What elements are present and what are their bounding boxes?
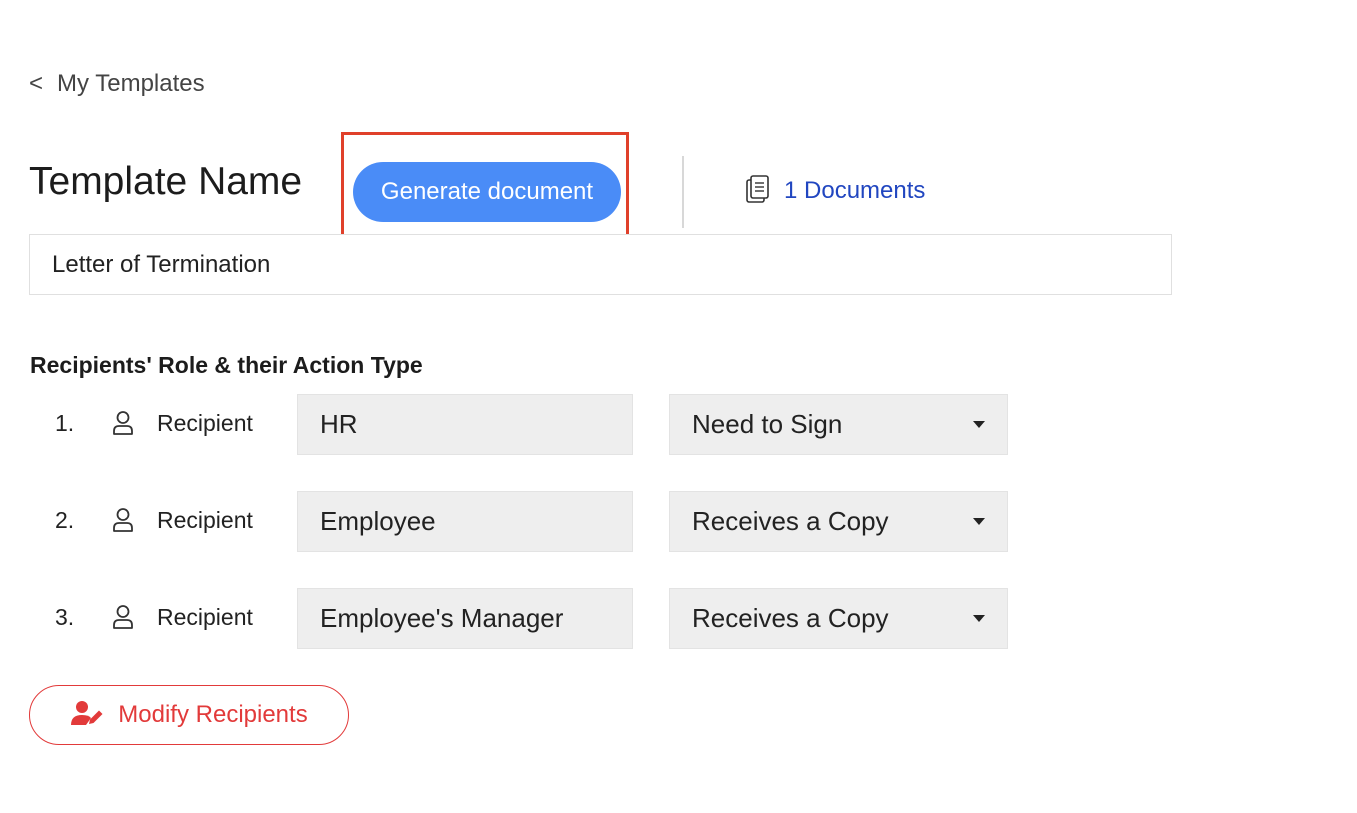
recipient-role-input[interactable]: Employee's Manager	[297, 588, 633, 649]
action-select-value: Receives a Copy	[692, 603, 889, 633]
recipient-number: 1.	[55, 410, 75, 436]
recipient-action-select[interactable]: Receives a Copy	[669, 491, 1008, 552]
caret-down-icon	[973, 615, 985, 622]
modify-recipients-label: Modify Recipients	[118, 701, 308, 728]
recipient-number: 2.	[55, 507, 75, 533]
recipients-section-heading: Recipients' Role & their Action Type	[30, 352, 423, 378]
person-icon	[112, 507, 134, 533]
recipient-number: 3.	[55, 604, 75, 630]
documents-link[interactable]: 1 Documents	[746, 172, 925, 210]
action-select-value: Need to Sign	[692, 409, 843, 439]
recipient-label: Recipient	[157, 410, 253, 436]
back-link-label: My Templates	[57, 70, 205, 97]
recipient-label: Recipient	[157, 507, 253, 533]
recipient-action-select[interactable]: Receives a Copy	[669, 588, 1008, 649]
caret-down-icon	[973, 421, 985, 428]
action-select-value: Receives a Copy	[692, 506, 889, 536]
modify-recipients-button[interactable]: Modify Recipients	[29, 685, 349, 745]
document-stack-icon	[746, 174, 770, 209]
header-divider	[682, 156, 684, 228]
recipient-role-input[interactable]: HR	[297, 394, 633, 455]
chevron-left-icon: <	[29, 70, 44, 97]
back-to-my-templates-link[interactable]: < My Templates	[29, 68, 205, 100]
recipient-role-input[interactable]: Employee	[297, 491, 633, 552]
caret-down-icon	[973, 518, 985, 525]
recipient-action-select[interactable]: Need to Sign	[669, 394, 1008, 455]
documents-count-label: 1 Documents	[784, 177, 926, 204]
template-name-input[interactable]: Letter of Termination	[29, 234, 1172, 295]
person-icon	[112, 604, 134, 630]
generate-document-button[interactable]: Generate document	[353, 162, 621, 222]
page-title: Template Name	[29, 160, 303, 203]
recipient-label: Recipient	[157, 604, 253, 630]
person-icon	[112, 410, 134, 436]
user-edit-icon	[70, 700, 104, 731]
